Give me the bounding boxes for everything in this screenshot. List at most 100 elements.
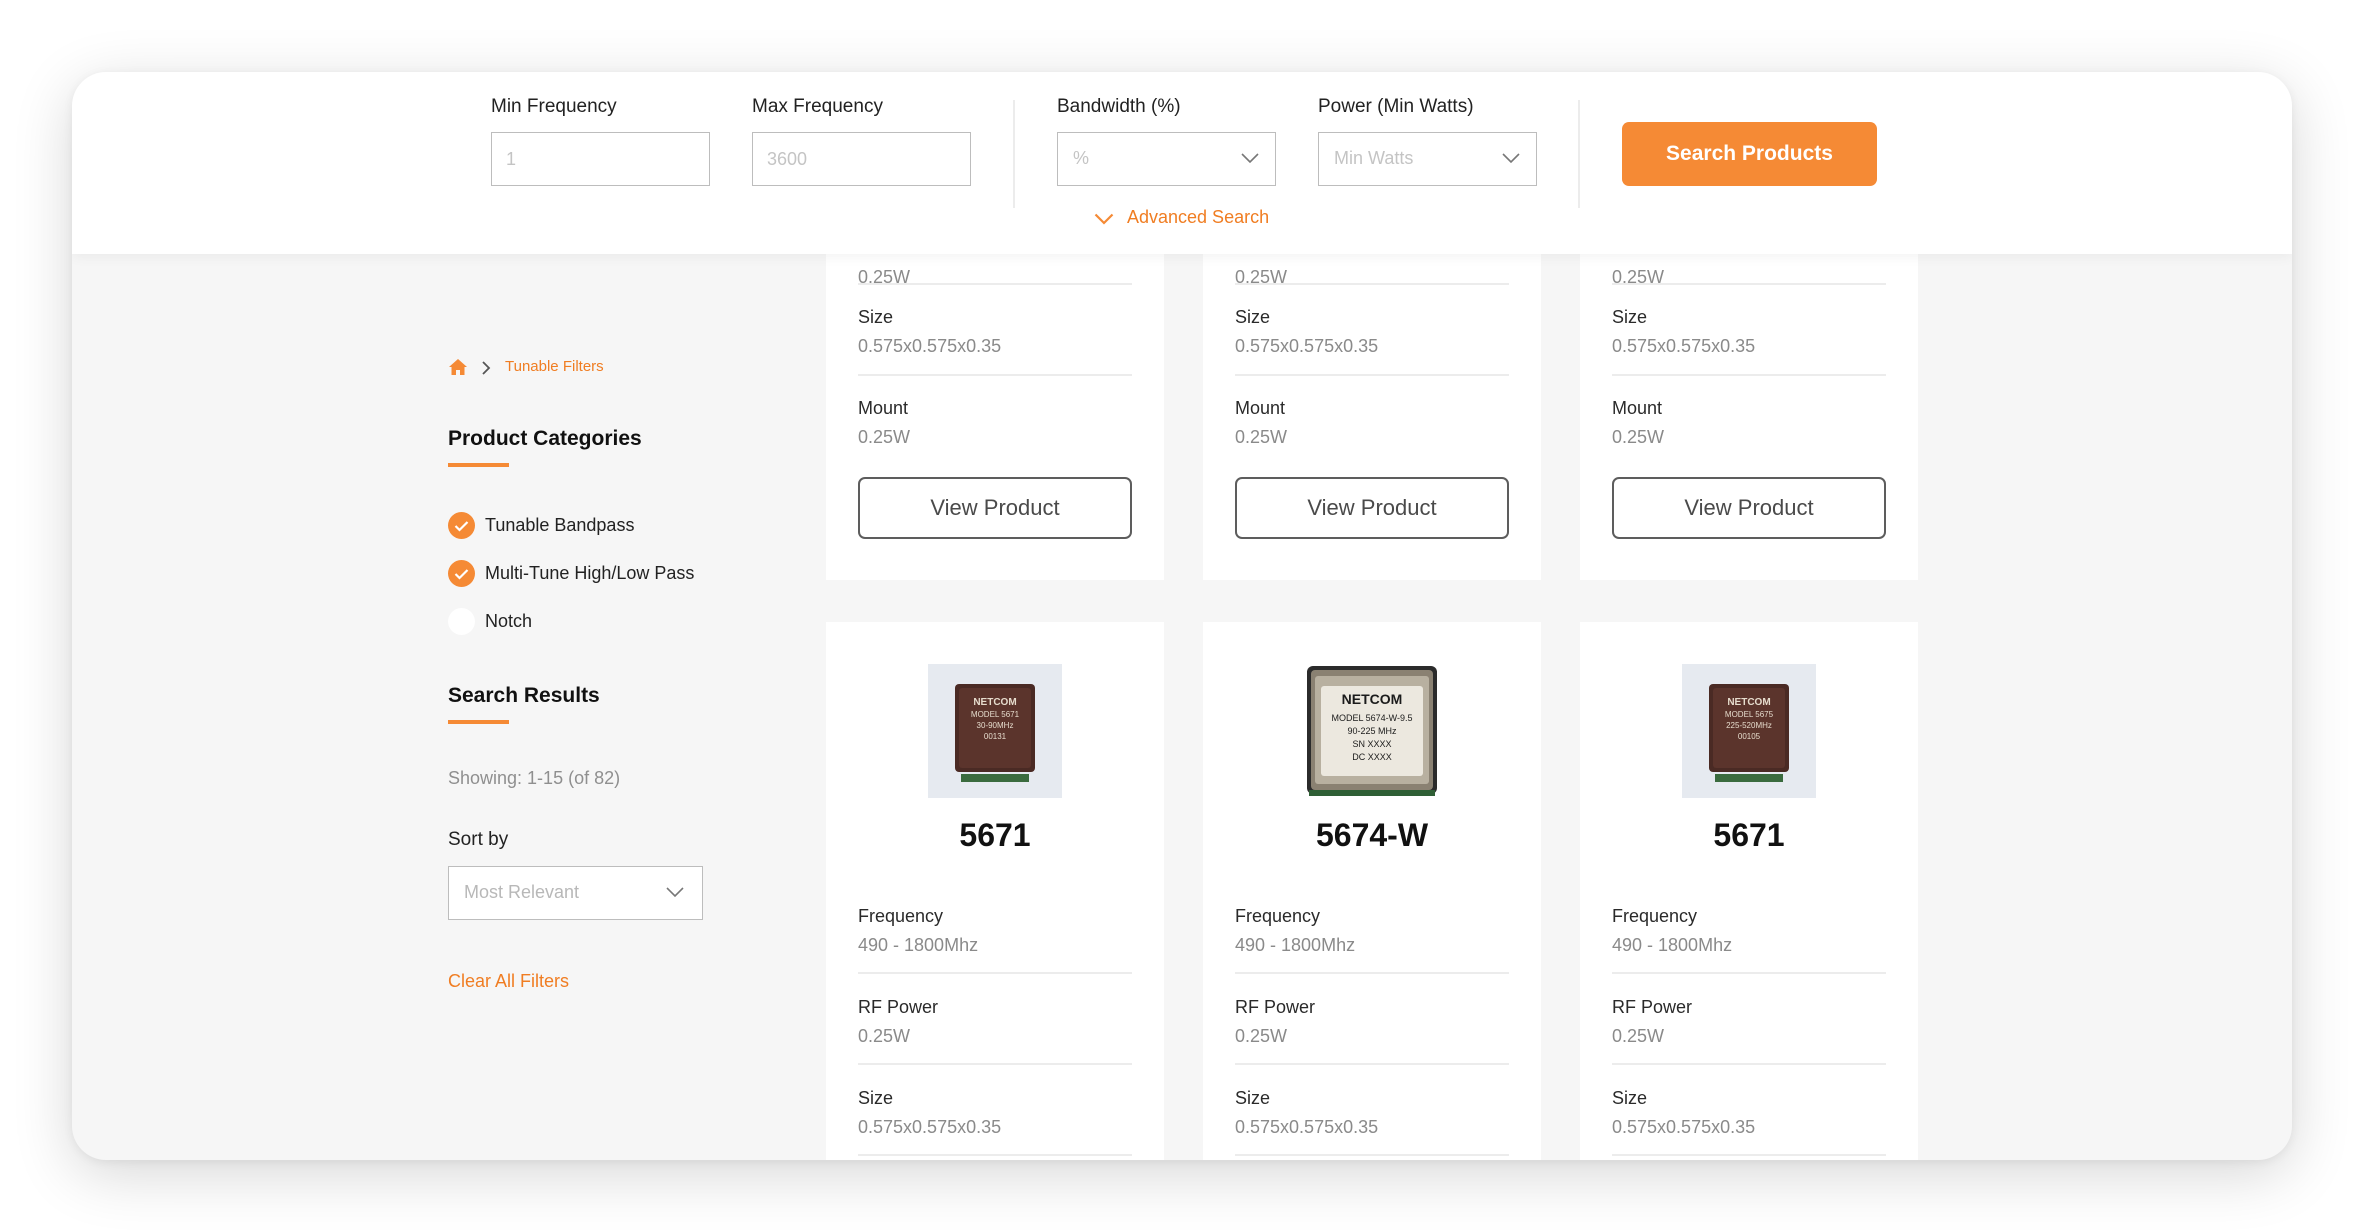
product-image[interactable]: NETCOM MODEL 5675 225-520MHz 00105 xyxy=(1682,664,1816,798)
divider xyxy=(1612,1154,1886,1156)
image-label-line: DC XXXX xyxy=(1352,752,1392,762)
product-image[interactable]: NETCOM MODEL 5674-W-9.5 90-225 MHz SN XX… xyxy=(1305,664,1439,798)
spec-value: 0.575x0.575x0.35 xyxy=(858,336,1002,356)
spec-label: Mount xyxy=(858,398,909,418)
title-underline xyxy=(448,720,509,724)
spec-label: Size xyxy=(858,1088,894,1108)
image-label-line: 00105 xyxy=(1738,732,1761,741)
category-label: Tunable Bandpass xyxy=(485,515,635,535)
min-frequency-label: Min Frequency xyxy=(491,96,617,117)
divider xyxy=(858,283,1132,285)
checkbox-checked-icon[interactable] xyxy=(448,560,475,587)
spec-label: Frequency xyxy=(1235,906,1321,926)
max-frequency-input[interactable] xyxy=(752,132,971,186)
image-label-line: NETCOM xyxy=(973,697,1016,708)
filter-bar: Min Frequency Max Frequency Bandwidth (%… xyxy=(72,72,2292,254)
divider xyxy=(1612,1063,1886,1065)
spec-label: Size xyxy=(1612,307,1648,327)
min-frequency-input[interactable] xyxy=(491,132,710,186)
spec-value: 0.575x0.575x0.35 xyxy=(1612,1117,1756,1137)
spec-value: 0.25W xyxy=(1235,427,1288,447)
divider xyxy=(1235,374,1509,376)
results-count: Showing: 1-15 (of 82) xyxy=(448,768,621,788)
product-model[interactable]: 5671 xyxy=(826,817,1164,854)
spec-value: 0.25W xyxy=(1235,1026,1288,1046)
divider xyxy=(858,374,1132,376)
chevron-down-icon xyxy=(1094,212,1114,230)
spec-value: 0.575x0.575x0.35 xyxy=(858,1117,1002,1137)
divider xyxy=(1578,100,1580,208)
spec-value: 490 - 1800Mhz xyxy=(858,935,979,955)
power-label: Power (Min Watts) xyxy=(1318,96,1474,117)
category-label: Notch xyxy=(485,611,533,631)
spec-label: Size xyxy=(1235,307,1271,327)
spec-value: 0.25W xyxy=(858,1026,911,1046)
advanced-search-label: Advanced Search xyxy=(1127,207,1270,227)
category-label: Multi-Tune High/Low Pass xyxy=(485,563,695,583)
spec-value: 0.25W xyxy=(1612,427,1665,447)
divider xyxy=(858,1154,1132,1156)
product-card: NETCOM MODEL 5671 30-90MHz 00131 5671 Fr… xyxy=(826,622,1164,1160)
spec-label: RF Power xyxy=(1612,997,1693,1017)
chevron-down-icon xyxy=(1502,151,1520,169)
image-label-line: 00131 xyxy=(984,732,1007,741)
spec-label: RF Power xyxy=(1235,997,1316,1017)
spec-value: 490 - 1800Mhz xyxy=(1235,935,1356,955)
image-label-line: 90-225 MHz xyxy=(1347,726,1397,736)
divider xyxy=(1235,1063,1509,1065)
view-product-button[interactable]: View Product xyxy=(858,477,1132,539)
divider xyxy=(1612,972,1886,974)
spec-value: 0.575x0.575x0.35 xyxy=(1235,336,1379,356)
spec-value: 0.575x0.575x0.35 xyxy=(1612,336,1756,356)
search-products-button[interactable]: Search Products xyxy=(1622,122,1877,186)
clear-filters-link[interactable]: Clear All Filters xyxy=(448,971,569,992)
product-model[interactable]: 5671 xyxy=(1580,817,1918,854)
checkbox-unchecked-icon[interactable] xyxy=(448,608,475,635)
product-card: NETCOM MODEL 5675 225-520MHz 00105 5671 … xyxy=(1580,622,1918,1160)
divider xyxy=(1612,374,1886,376)
search-results-title: Search Results xyxy=(448,684,600,707)
app-window: 0.25W Size 0.575x0.575x0.35 Mount 0.25W … xyxy=(72,72,2292,1160)
product-categories-title: Product Categories xyxy=(448,427,642,450)
chevron-down-icon xyxy=(1241,151,1259,169)
product-model[interactable]: 5674-W xyxy=(1203,817,1541,854)
image-label-line: SN XXXX xyxy=(1352,739,1391,749)
view-product-button[interactable]: View Product xyxy=(1612,477,1886,539)
view-product-button[interactable]: View Product xyxy=(1235,477,1509,539)
sort-select[interactable]: Most Relevant xyxy=(448,866,703,920)
spec-label: Frequency xyxy=(1612,906,1698,926)
power-select[interactable]: Min Watts xyxy=(1318,132,1537,186)
spec-value: 0.25W xyxy=(858,427,911,447)
sort-label: Sort by xyxy=(448,829,509,850)
divider xyxy=(1612,283,1886,285)
spec-label: Size xyxy=(1235,1088,1271,1108)
divider xyxy=(858,1063,1132,1065)
product-image[interactable]: NETCOM MODEL 5671 30-90MHz 00131 xyxy=(928,664,1062,798)
divider xyxy=(1235,283,1509,285)
image-label-line: 30-90MHz xyxy=(977,721,1014,730)
spec-label: Frequency xyxy=(858,906,944,926)
product-card: NETCOM MODEL 5674-W-9.5 90-225 MHz SN XX… xyxy=(1203,622,1541,1160)
max-frequency-label: Max Frequency xyxy=(752,96,883,117)
divider xyxy=(858,972,1132,974)
image-label-line: NETCOM xyxy=(1727,697,1770,708)
image-label-line: NETCOM xyxy=(1342,691,1403,707)
spec-label: Mount xyxy=(1612,398,1663,418)
spec-label: Size xyxy=(1612,1088,1648,1108)
divider xyxy=(1235,972,1509,974)
home-icon[interactable] xyxy=(448,358,468,381)
title-underline xyxy=(448,463,509,467)
spec-value: 0.575x0.575x0.35 xyxy=(1235,1117,1379,1137)
power-placeholder: Min Watts xyxy=(1334,148,1414,168)
spec-label: RF Power xyxy=(858,997,939,1017)
sort-value: Most Relevant xyxy=(464,882,580,902)
spec-value: 0.25W xyxy=(1612,1026,1665,1046)
chevron-right-icon xyxy=(481,361,491,380)
checkbox-checked-icon[interactable] xyxy=(448,512,475,539)
image-label-line: 225-520MHz xyxy=(1726,721,1772,730)
spec-label: Mount xyxy=(1235,398,1286,418)
spec-label: Size xyxy=(858,307,894,327)
bandwidth-select[interactable]: % xyxy=(1057,132,1276,186)
breadcrumb-current[interactable]: Tunable Filters xyxy=(505,358,604,375)
image-label-line: MODEL 5671 xyxy=(971,710,1020,719)
